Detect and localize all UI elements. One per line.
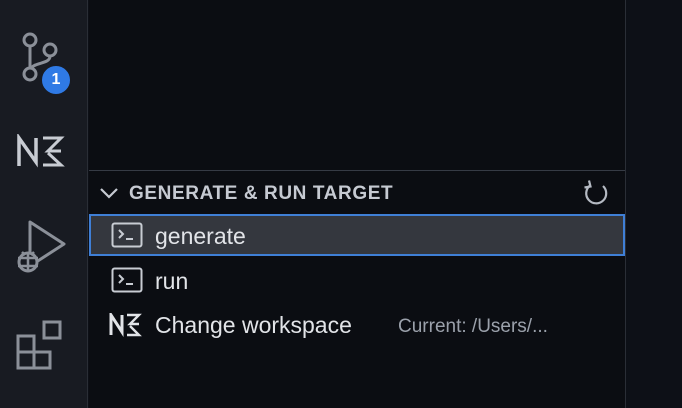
activity-nx-console[interactable] (0, 110, 88, 198)
terminal-icon (111, 222, 143, 248)
side-panel: GENERATE & RUN TARGET generate run Chang… (89, 0, 625, 408)
refresh-icon[interactable] (581, 179, 611, 209)
nx-logo-icon (17, 134, 65, 168)
tree-item-label: Change workspace (155, 312, 352, 338)
terminal-icon (111, 267, 143, 293)
tree-item-generate[interactable]: generate (89, 214, 625, 256)
vscode-window: 1 GENERATE & RUN TARGET generate run Cha… (0, 0, 682, 408)
run-debug-icon (17, 220, 66, 273)
tree-item-change-workspace[interactable]: Change workspace Current: /Users/... (89, 303, 625, 345)
source-control-badge: 1 (40, 64, 72, 96)
panel-empty-area (89, 0, 625, 170)
tree-item-label: generate (155, 223, 246, 249)
extensions-icon (16, 320, 62, 370)
section-divider (89, 170, 625, 171)
tree-item-label: run (155, 268, 189, 294)
chevron-down-icon (100, 188, 118, 199)
nx-logo-icon (109, 313, 142, 337)
activity-extensions[interactable] (0, 300, 88, 388)
section-header[interactable]: GENERATE & RUN TARGET (89, 172, 625, 214)
tree-item-description: Current: /Users/... (398, 316, 548, 337)
editor-area-edge (625, 0, 682, 408)
activity-source-control[interactable]: 1 (0, 8, 88, 96)
activity-bar: 1 (0, 0, 88, 408)
tree-item-run[interactable]: run (89, 259, 625, 301)
section-title: GENERATE & RUN TARGET (129, 183, 394, 204)
activity-run-debug[interactable] (0, 200, 88, 288)
